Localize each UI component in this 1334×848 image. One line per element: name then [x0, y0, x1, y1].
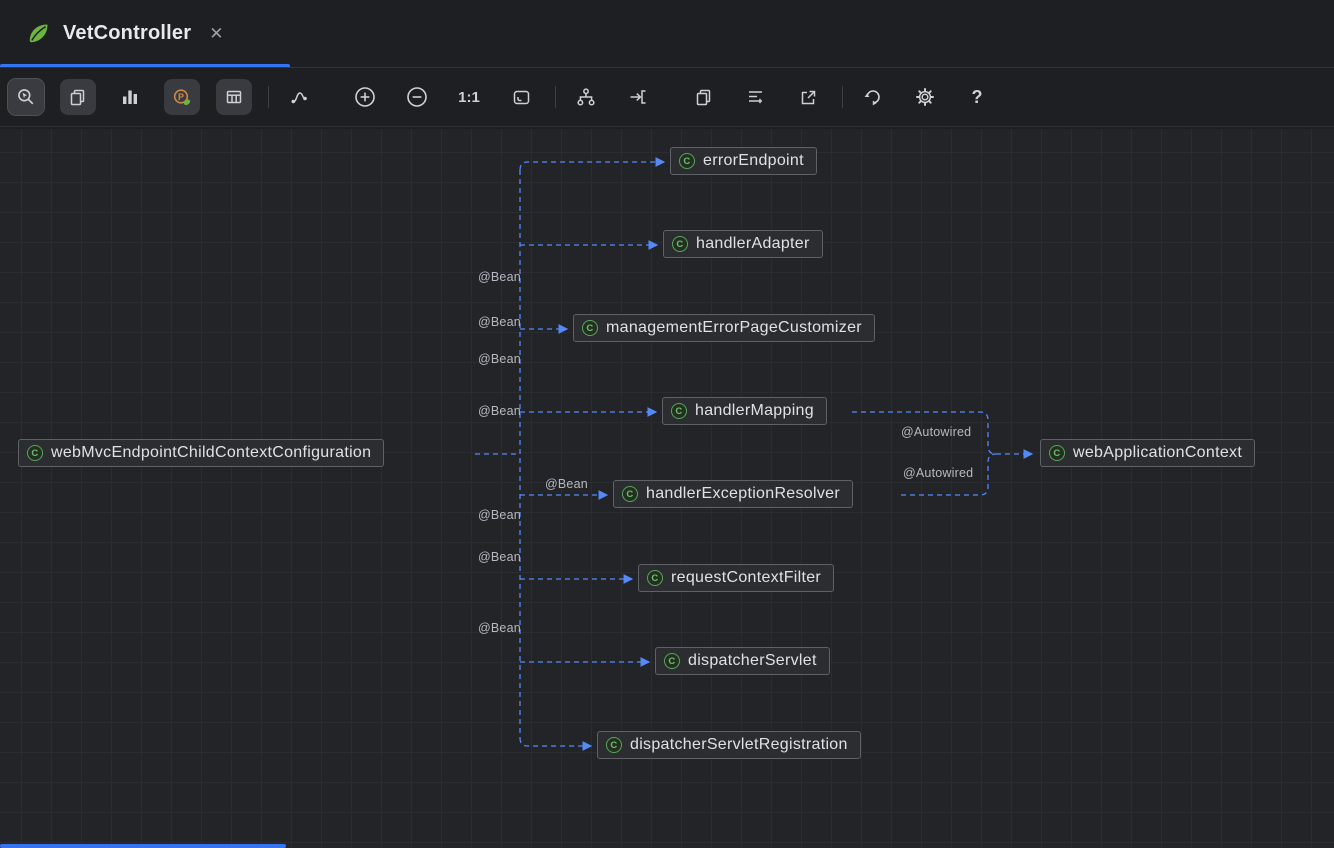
grid-view-button[interactable]	[216, 79, 252, 115]
bar-chart-button[interactable]	[112, 79, 148, 115]
editor-tab-bar: VetController ✕	[0, 0, 1334, 68]
list-lines-icon	[746, 87, 766, 107]
diagram-toolbar: P 1:1	[0, 68, 1334, 127]
node-label: dispatcherServlet	[688, 652, 817, 670]
node-label: handlerAdapter	[696, 235, 810, 253]
node-label: handlerExceptionResolver	[646, 485, 840, 503]
edge-label-list-button[interactable]	[738, 79, 774, 115]
copy-diagram-icon	[694, 87, 714, 107]
bar-chart-icon	[120, 87, 140, 107]
class-icon: C	[622, 486, 638, 502]
class-icon: C	[582, 320, 598, 336]
edge-label-bean: @Bean	[478, 315, 521, 329]
node-label: webApplicationContext	[1073, 444, 1242, 462]
pan-zoom-mode-button[interactable]	[8, 79, 44, 115]
edge-label-bean: @Bean	[545, 477, 588, 491]
apply-layout-button[interactable]	[620, 79, 656, 115]
arrow-into-bracket-icon	[628, 87, 648, 107]
node-dispatcherServlet[interactable]: C dispatcherServlet	[655, 647, 830, 675]
settings-button[interactable]	[907, 79, 943, 115]
edge-label-bean: @Bean	[478, 404, 521, 418]
spring-profiles-button[interactable]: P	[164, 79, 200, 115]
class-icon: C	[1049, 445, 1065, 461]
toolbar-separator	[842, 86, 843, 108]
toolbar-separator	[555, 86, 556, 108]
magnifier-cursor-icon	[16, 87, 36, 107]
hierarchy-icon	[576, 87, 596, 107]
tab-vetcontroller[interactable]: VetController ✕	[0, 0, 245, 67]
edge-label-bean: @Bean	[478, 508, 521, 522]
actual-size-button[interactable]: 1:1	[451, 79, 487, 115]
grid-icon	[224, 87, 244, 107]
class-icon: C	[647, 570, 663, 586]
layout-hierarchy-button[interactable]	[568, 79, 604, 115]
node-label: webMvcEndpointChildContextConfiguration	[51, 444, 371, 462]
open-in-editor-button[interactable]	[790, 79, 826, 115]
spring-leaf-icon	[26, 21, 51, 46]
connector-mode-button[interactable]	[281, 79, 317, 115]
toolbar-separator	[268, 86, 269, 108]
node-handlerAdapter[interactable]: C handlerAdapter	[663, 230, 823, 258]
node-label: dispatcherServletRegistration	[630, 736, 848, 754]
node-webMvcEndpointChildContextConfiguration[interactable]: C webMvcEndpointChildContextConfiguratio…	[18, 439, 384, 467]
edge-label-bean: @Bean	[478, 550, 521, 564]
edge-label-bean: @Bean	[478, 621, 521, 635]
edge-label-bean: @Bean	[478, 352, 521, 366]
node-dispatcherServletRegistration[interactable]: C dispatcherServletRegistration	[597, 731, 861, 759]
node-errorEndpoint[interactable]: C errorEndpoint	[670, 147, 817, 175]
tab-title: VetController	[63, 22, 191, 45]
diagram-canvas[interactable]: @Bean @Bean @Bean @Bean @Bean @Bean @Bea…	[0, 129, 1334, 848]
copy-button[interactable]	[60, 79, 96, 115]
node-requestContextFilter[interactable]: C requestContextFilter	[638, 564, 834, 592]
refresh-icon	[863, 87, 883, 107]
class-icon: C	[27, 445, 43, 461]
svg-text:P: P	[178, 92, 184, 102]
edge-label-autowired: @Autowired	[901, 425, 971, 439]
node-label: errorEndpoint	[703, 152, 804, 170]
connector-icon	[289, 87, 309, 107]
node-managementErrorPageCustomizer[interactable]: C managementErrorPageCustomizer	[573, 314, 875, 342]
zoom-out-icon	[405, 85, 429, 109]
zoom-in-icon	[353, 85, 377, 109]
node-label: requestContextFilter	[671, 569, 821, 587]
fit-content-button[interactable]	[503, 79, 539, 115]
class-icon: C	[679, 153, 695, 169]
horizontal-scrollbar-thumb[interactable]	[0, 844, 286, 848]
copy-icon	[68, 87, 88, 107]
open-external-icon	[798, 87, 819, 108]
node-label: handlerMapping	[695, 402, 814, 420]
node-handlerExceptionResolver[interactable]: C handlerExceptionResolver	[613, 480, 853, 508]
refresh-button[interactable]	[855, 79, 891, 115]
zoom-out-button[interactable]	[399, 79, 435, 115]
gear-icon	[915, 87, 935, 107]
class-icon: C	[664, 653, 680, 669]
edge-label-autowired: @Autowired	[903, 466, 973, 480]
edge-label-bean: @Bean	[478, 270, 521, 284]
node-handlerMapping[interactable]: C handlerMapping	[662, 397, 827, 425]
zoom-in-button[interactable]	[347, 79, 383, 115]
edge-to-errorEndpoint	[520, 162, 664, 170]
edge-to-dispatcherServletRegistration	[520, 738, 591, 746]
node-label: managementErrorPageCustomizer	[606, 319, 862, 337]
class-icon: C	[671, 403, 687, 419]
spring-profile-icon: P	[172, 87, 192, 107]
class-icon: C	[606, 737, 622, 753]
copy-diagram-button[interactable]	[686, 79, 722, 115]
help-button[interactable]: ?	[959, 79, 995, 115]
tab-close-icon[interactable]: ✕	[209, 25, 223, 42]
node-webApplicationContext[interactable]: C webApplicationContext	[1040, 439, 1255, 467]
class-icon: C	[672, 236, 688, 252]
fit-content-icon	[511, 87, 532, 108]
